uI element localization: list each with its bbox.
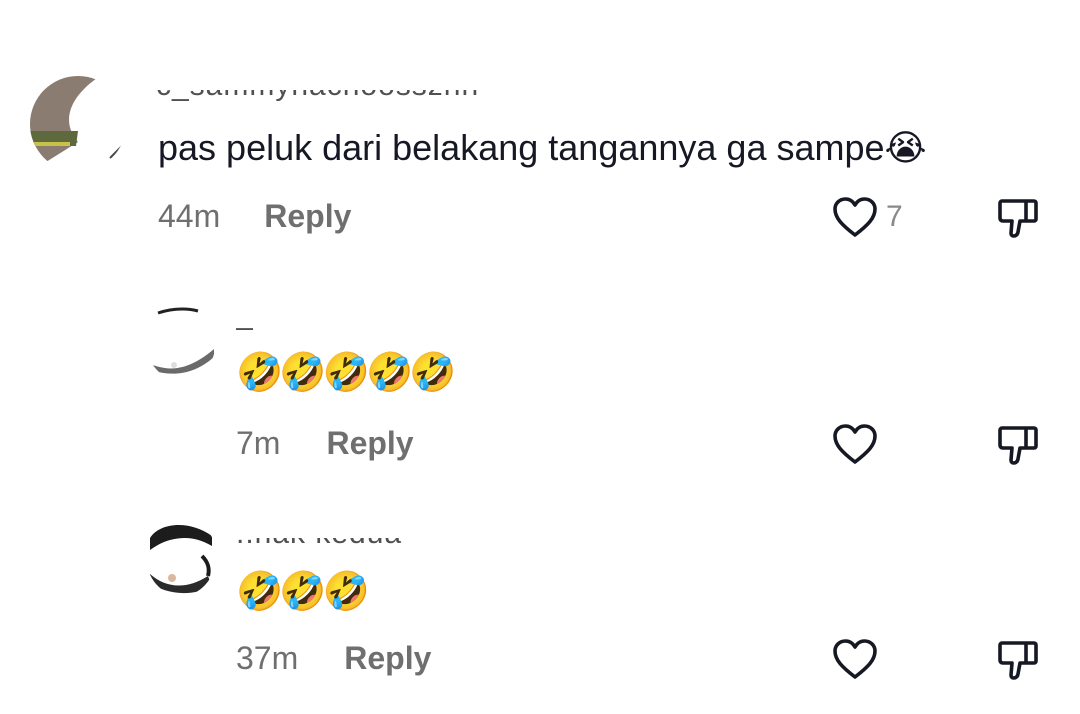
comment-username[interactable]: c_sammynachoossznn (156, 90, 586, 104)
heart-outline-icon (833, 639, 877, 679)
dislike-button[interactable] (996, 423, 1040, 472)
comment-text: 🤣🤣🤣 (236, 571, 370, 613)
comment-meta: 37m Reply (236, 640, 431, 677)
comment-time: 37m (236, 640, 299, 676)
reply-button[interactable]: Reply (344, 640, 431, 677)
comment-username[interactable]: ..nak kedua (236, 538, 456, 552)
reply-button[interactable]: Reply (264, 198, 351, 235)
avatar[interactable] (146, 301, 216, 381)
dislike-button[interactable] (996, 196, 1040, 245)
comment-time: 7m (236, 425, 281, 461)
thumbs-down-outline-icon (998, 641, 1038, 680)
heart-outline-icon (833, 197, 877, 237)
avatar[interactable] (30, 76, 126, 172)
comment-time: 44m (158, 198, 221, 234)
like-count: 7 (886, 200, 903, 233)
like-button[interactable] (832, 423, 886, 465)
like-button[interactable]: 7 (832, 196, 903, 238)
comment-meta: 44m Reply (158, 198, 351, 235)
avatar[interactable] (146, 516, 216, 596)
comment-username[interactable]: _ (236, 319, 296, 333)
reply-button[interactable]: Reply (326, 425, 413, 462)
heart-outline-icon (833, 424, 877, 464)
like-button[interactable] (832, 638, 886, 680)
thumbs-down-outline-icon (998, 199, 1038, 238)
comment-text: pas peluk dari belakang tangannya ga sam… (158, 127, 927, 168)
comment-meta: 7m Reply (236, 425, 414, 462)
comments-list: c_sammynachoossznn pas peluk dari belaka… (0, 0, 1080, 714)
thumbs-down-outline-icon (998, 426, 1038, 465)
dislike-button[interactable] (996, 638, 1040, 687)
comment-text: 🤣🤣🤣🤣🤣 (236, 352, 457, 394)
